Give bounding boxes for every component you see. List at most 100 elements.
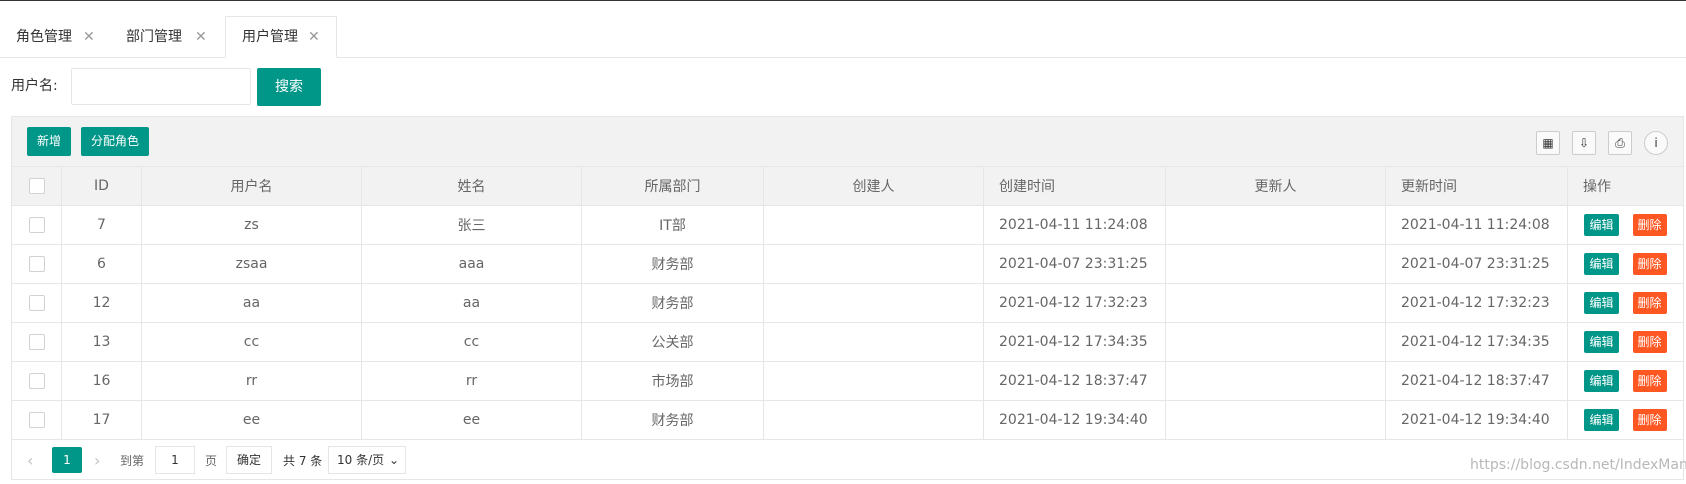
col-updater[interactable]: 更新人 [1166,167,1386,205]
cell-updated-time: 2021-04-12 17:34:35 [1386,323,1568,361]
row-select-cell [12,206,62,244]
cell-updated-time: 2021-04-12 18:37:47 [1386,362,1568,400]
row-checkbox[interactable] [28,412,45,428]
cell-username: rr [142,362,362,400]
row-select-cell [12,401,62,439]
prev-page-icon[interactable]: ‹ [27,447,33,475]
tab-user-management[interactable]: 用户管理 ✕ [225,16,337,58]
row-checkbox[interactable] [28,256,45,272]
info-icon[interactable]: i [1644,131,1668,155]
print-icon[interactable]: ⎙ [1608,131,1632,155]
select-all-checkbox[interactable] [28,178,45,194]
table-row: 17 ee ee 财务部 2021-04-12 19:34:40 2021-04-12 1… [12,401,1683,440]
cell-creator [764,323,984,361]
table-row: 7 zs 张三 IT部 2021-04-11 11:24:08 2021-04-11 11… [12,206,1683,245]
table-row: 13 cc cc 公关部 2021-04-12 17:34:35 2021-04-12 1… [12,323,1683,362]
close-icon[interactable]: ✕ [83,17,95,57]
cell-updater [1166,362,1386,400]
cell-username: cc [142,323,362,361]
delete-button[interactable]: 删除 [1632,331,1667,353]
columns-filter-icon[interactable]: ▦ [1536,131,1560,155]
row-select-cell [12,362,62,400]
col-created-time[interactable]: 创建时间 [984,167,1166,205]
tab-role-management[interactable]: 角色管理 ✕ [0,17,110,57]
page-size-select[interactable]: 10 条/页 ⌄ [328,446,406,474]
cell-department: 财务部 [582,284,764,322]
cell-created-time: 2021-04-12 19:34:40 [984,401,1166,439]
cell-name: 张三 [362,206,582,244]
user-table: 新增 分配角色 ▦ ⇩ ⎙ i ID 用户名 姓名 所属部门 创建人 创建时间 … [11,116,1684,480]
delete-button[interactable]: 删除 [1632,214,1667,236]
current-page[interactable]: 1 [52,447,82,473]
cell-created-time: 2021-04-12 17:32:23 [984,284,1166,322]
chevron-down-icon: ⌄ [388,453,399,467]
tab-label: 部门管理 [126,29,182,45]
close-icon[interactable]: ✕ [195,17,207,57]
confirm-page-button[interactable]: 确定 [226,446,272,474]
delete-button[interactable]: 删除 [1632,292,1667,314]
cell-updater [1166,401,1386,439]
cell-creator [764,401,984,439]
table-toolbar: 新增 分配角色 ▦ ⇩ ⎙ i [12,117,1683,167]
search-button[interactable]: 搜索 [257,68,321,106]
cell-id: 6 [62,245,142,283]
col-name[interactable]: 姓名 [362,167,582,205]
row-checkbox[interactable] [28,373,45,389]
table-row: 6 zsaa aaa 财务部 2021-04-07 23:31:25 2021-04-07… [12,245,1683,284]
cell-department: 公关部 [582,323,764,361]
cell-department: 财务部 [582,401,764,439]
cell-username: zs [142,206,362,244]
cell-updated-time: 2021-04-12 17:32:23 [1386,284,1568,322]
tab-department-management[interactable]: 部门管理 ✕ [110,17,224,57]
cell-name: ee [362,401,582,439]
cell-created-time: 2021-04-11 11:24:08 [984,206,1166,244]
pagination: ‹ 1 › 到第 1 页 确定 共 7 条 10 条/页 ⌄ [12,442,1683,480]
col-id[interactable]: ID [62,167,142,205]
cell-actions: 编辑 删除 [1568,323,1683,361]
row-select-cell [12,245,62,283]
cell-updated-time: 2021-04-07 23:31:25 [1386,245,1568,283]
close-icon[interactable]: ✕ [308,17,320,57]
delete-button[interactable]: 删除 [1632,253,1667,275]
col-actions: 操作 [1583,179,1611,195]
cell-creator [764,362,984,400]
next-page-icon[interactable]: › [94,447,100,475]
row-checkbox[interactable] [28,334,45,350]
cell-updated-time: 2021-04-11 11:24:08 [1386,206,1568,244]
cell-updater [1166,245,1386,283]
assign-role-button[interactable]: 分配角色 [81,127,150,156]
goto-label: 到第 [120,454,145,468]
cell-creator [764,206,984,244]
cell-id: 7 [62,206,142,244]
col-username[interactable]: 用户名 [142,167,362,205]
row-checkbox[interactable] [28,295,45,311]
page-number-input[interactable]: 1 [155,446,195,474]
cell-id: 12 [62,284,142,322]
col-updated-time[interactable]: 更新时间 [1386,167,1568,205]
cell-department: 市场部 [582,362,764,400]
cell-username: zsaa [142,245,362,283]
username-search-input[interactable] [71,68,251,105]
tab-bar: 角色管理 ✕ 部门管理 ✕ 用户管理 ✕ [0,1,1686,58]
cell-name: rr [362,362,582,400]
edit-button[interactable]: 编辑 [1584,331,1619,353]
edit-button[interactable]: 编辑 [1584,292,1619,314]
cell-actions: 编辑 删除 [1568,362,1683,400]
page-size-value: 10 条/页 [337,453,385,467]
edit-button[interactable]: 编辑 [1584,214,1619,236]
edit-button[interactable]: 编辑 [1584,253,1619,275]
row-checkbox[interactable] [28,217,45,233]
export-icon[interactable]: ⇩ [1572,131,1596,155]
cell-created-time: 2021-04-12 17:34:35 [984,323,1166,361]
col-creator[interactable]: 创建人 [764,167,984,205]
cell-department: IT部 [582,206,764,244]
cell-updater [1166,284,1386,322]
edit-button[interactable]: 编辑 [1584,409,1619,431]
edit-button[interactable]: 编辑 [1584,370,1619,392]
add-button[interactable]: 新增 [27,127,72,156]
cell-updater [1166,206,1386,244]
delete-button[interactable]: 删除 [1632,409,1667,431]
col-department[interactable]: 所属部门 [582,167,764,205]
tab-label: 用户管理 [242,29,298,45]
delete-button[interactable]: 删除 [1632,370,1667,392]
